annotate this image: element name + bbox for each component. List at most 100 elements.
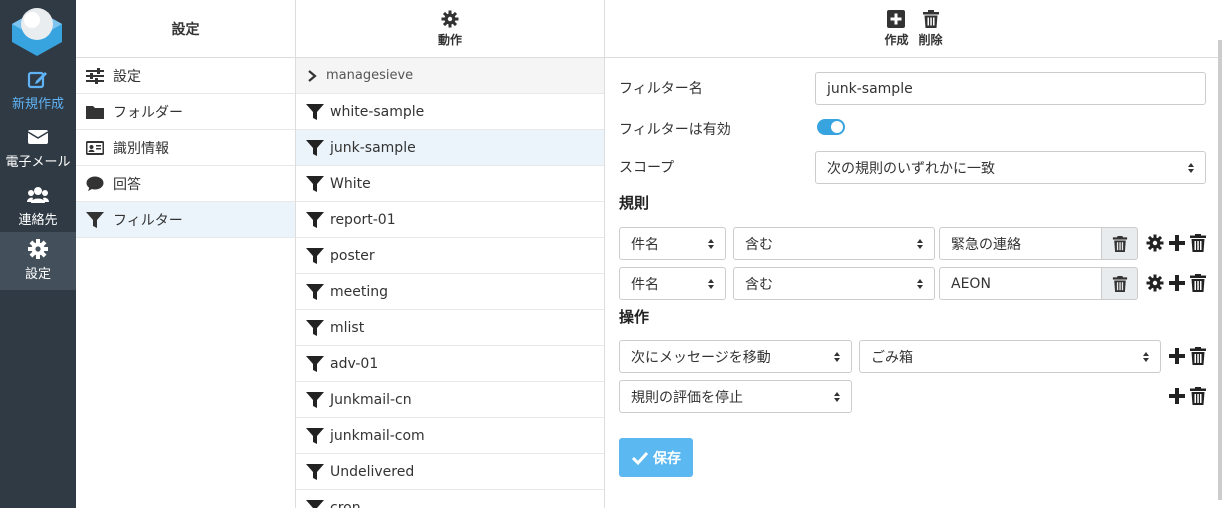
action-type-select[interactable]: 次にメッセージを移動 — [619, 340, 852, 373]
gear-icon — [441, 10, 459, 27]
filter-icon — [306, 463, 324, 480]
filter-list-item[interactable]: adv-01 — [296, 346, 604, 382]
filter-list-item[interactable]: Junkmail-cn — [296, 382, 604, 418]
action-type-select[interactable]: 規則の評価を停止 — [619, 380, 852, 413]
id-card-icon — [86, 140, 104, 155]
nav-contacts[interactable]: 連絡先 — [0, 178, 76, 236]
filter-list: white-sample junk-sample White report-01 pos… — [296, 94, 604, 508]
compose-icon — [27, 71, 47, 89]
action-type-value: 規則の評価を停止 — [631, 389, 743, 406]
nav-mail[interactable]: 電子メール — [0, 120, 76, 178]
rule-value-input[interactable]: 緊急の連絡 — [939, 227, 1102, 260]
filter-list-item-label: meeting — [330, 283, 389, 300]
sliders-icon — [86, 67, 104, 84]
filter-list-item[interactable]: white-sample — [296, 94, 604, 130]
add-action-icon[interactable] — [1168, 387, 1186, 405]
settings-item-identities[interactable]: 識別情報 — [76, 130, 295, 166]
select-arrow-icon — [708, 279, 714, 289]
rule-advanced-gear-icon[interactable] — [1146, 234, 1164, 252]
nav-contacts-label: 連絡先 — [18, 213, 58, 228]
rule-field-value: 件名 — [631, 236, 659, 253]
filter-name-input[interactable]: junk-sample — [815, 72, 1206, 105]
filter-list-item-label: poster — [330, 247, 375, 264]
scope-label: スコープ — [619, 160, 675, 176]
editor-toolbar: 作成 削除 — [605, 0, 1222, 58]
add-rule-icon[interactable] — [1168, 274, 1186, 292]
rule-operator-select[interactable]: 含む — [733, 227, 935, 260]
nav-compose-label: 新規作成 — [11, 97, 64, 112]
filter-enabled-toggle[interactable] — [817, 119, 845, 135]
gear-icon — [28, 239, 48, 259]
settings-column: 設定 設定 フォルダー 識別情報 回答 フィルター — [76, 0, 296, 508]
filter-list-item[interactable]: junkmail-com — [296, 418, 604, 454]
select-arrow-icon — [708, 239, 714, 249]
filter-list-item-label: Undelivered — [330, 463, 415, 480]
rule-field-value: 件名 — [631, 276, 659, 293]
filter-list-item-label: White — [330, 175, 371, 192]
delete-action-icon[interactable] — [1189, 387, 1207, 405]
editor-scrollbar[interactable] — [1218, 40, 1222, 500]
filter-icon — [306, 139, 324, 156]
delete-action-icon[interactable] — [1189, 347, 1207, 365]
filter-icon — [306, 247, 324, 264]
delete-rule-icon[interactable] — [1189, 234, 1207, 252]
filter-list-item-label: Junkmail-cn — [330, 391, 412, 408]
delete-rule-icon[interactable] — [1189, 274, 1207, 292]
create-button[interactable]: 作成 — [884, 9, 909, 48]
delete-button[interactable]: 削除 — [918, 9, 943, 48]
nav-mail-label: 電子メール — [5, 155, 71, 170]
filters-column: 動作 managesieve white-sample junk-sample Wh… — [296, 0, 605, 508]
save-button[interactable]: 保存 — [619, 438, 693, 477]
filter-icon — [306, 211, 324, 228]
rule-operator-select[interactable]: 含む — [733, 267, 935, 300]
envelope-icon — [27, 130, 49, 144]
filter-list-item[interactable]: junk-sample — [296, 130, 604, 166]
scope-select[interactable]: 次の規則のいずれかに一致 — [815, 151, 1206, 184]
filter-list-item[interactable]: meeting — [296, 274, 604, 310]
filter-list-item[interactable]: report-01 — [296, 202, 604, 238]
rule-delete-button[interactable] — [1102, 267, 1138, 300]
filter-list-item[interactable]: cron — [296, 490, 604, 508]
rule-advanced-gear-icon[interactable] — [1146, 274, 1164, 292]
trash-icon — [1112, 275, 1127, 292]
delete-button-label: 削除 — [918, 32, 943, 47]
nav-compose[interactable]: 新規作成 — [0, 62, 76, 120]
settings-item-label: フィルター — [113, 212, 183, 229]
folder-icon — [86, 105, 104, 119]
settings-item-label: フォルダー — [113, 104, 183, 121]
select-arrow-icon — [834, 352, 840, 362]
save-button-label: 保存 — [653, 450, 681, 467]
select-arrow-icon — [917, 279, 923, 289]
settings-item-preferences[interactable]: 設定 — [76, 58, 295, 94]
settings-item-filters[interactable]: フィルター — [76, 202, 295, 238]
chevron-right-icon — [308, 69, 317, 82]
add-action-icon[interactable] — [1168, 347, 1186, 365]
rule-field-select[interactable]: 件名 — [619, 227, 726, 260]
filter-list-item-label: report-01 — [330, 211, 396, 228]
add-rule-icon[interactable] — [1168, 234, 1186, 252]
settings-item-folders[interactable]: フォルダー — [76, 94, 295, 130]
filter-name-label: フィルター名 — [619, 81, 703, 97]
actions-button[interactable]: 動作 — [438, 10, 462, 48]
rule-delete-button[interactable] — [1102, 227, 1138, 260]
filter-list-item-label: mlist — [330, 319, 365, 336]
filter-list-item-label: white-sample — [330, 103, 425, 120]
rule-operator-value: 含む — [745, 236, 773, 253]
comment-icon — [86, 176, 104, 191]
action-target-select[interactable]: ごみ箱 — [859, 340, 1161, 373]
filter-list-item[interactable]: mlist — [296, 310, 604, 346]
filter-list-item[interactable]: Undelivered — [296, 454, 604, 490]
create-button-label: 作成 — [884, 32, 909, 47]
rule-value-input[interactable]: AEON — [939, 267, 1102, 300]
settings-item-responses[interactable]: 回答 — [76, 166, 295, 202]
settings-item-label: 設定 — [113, 68, 141, 85]
filter-list-item[interactable]: White — [296, 166, 604, 202]
filter-list-item[interactable]: poster — [296, 238, 604, 274]
filter-set-group[interactable]: managesieve — [296, 58, 604, 94]
rule-operator-value: 含む — [745, 276, 773, 293]
app: 新規作成 電子メール 連絡先 設定 設定 設定 フォルダー 識別情報 回答 フィ… — [0, 0, 1222, 508]
rule-field-select[interactable]: 件名 — [619, 267, 726, 300]
filter-icon — [306, 355, 324, 372]
filter-icon — [306, 319, 324, 336]
nav-settings[interactable]: 設定 — [0, 232, 76, 290]
